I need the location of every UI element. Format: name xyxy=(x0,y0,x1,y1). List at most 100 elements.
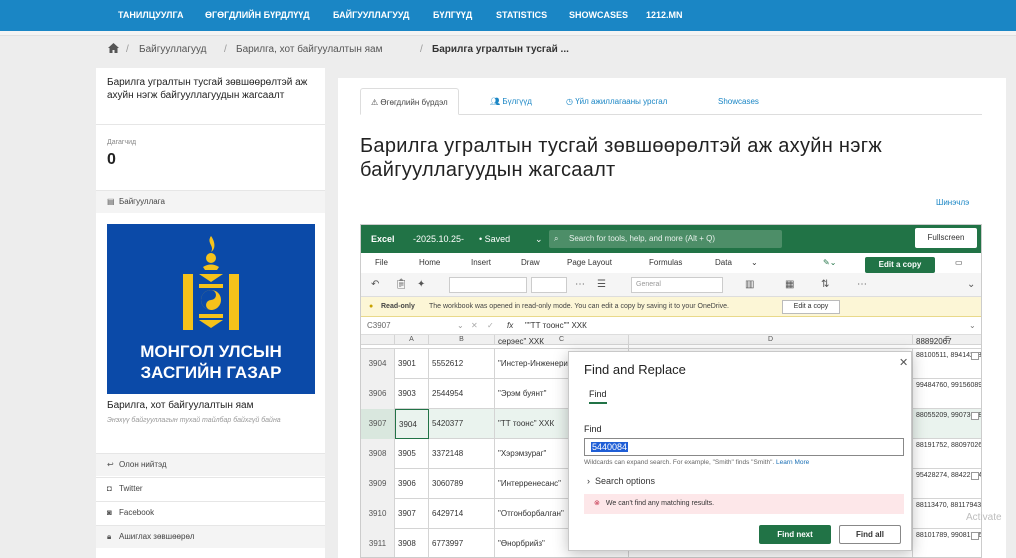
row-number[interactable]: 3906 xyxy=(361,379,395,409)
learn-more-link[interactable]: Learn More xyxy=(776,459,809,466)
cell[interactable]: 3904 xyxy=(395,409,429,439)
chevron-down-icon[interactable]: ⌄ xyxy=(969,317,976,335)
menu-draw[interactable]: Draw xyxy=(521,253,540,273)
font-size-box[interactable] xyxy=(531,277,567,293)
home-icon[interactable] xyxy=(108,38,119,62)
row-number[interactable]: 3909 xyxy=(361,469,395,499)
cell[interactable]: 5420377 xyxy=(429,409,495,439)
no-results-message: ⊗ We can't find any matching results. xyxy=(584,494,904,514)
breadcrumb-ministry[interactable]: Барилга, хот байгуулалтын яам xyxy=(236,38,382,62)
scroll-down-icon[interactable] xyxy=(971,532,979,540)
dialog-title: Find and Replace xyxy=(584,362,686,377)
nav-item-about[interactable]: ТАНИЛЦУУЛГА xyxy=(118,0,184,31)
top-navigation: ТАНИЛЦУУЛГА ӨГӨГДЛИЙН БҮРДЛҮҮД БАЙГУУЛЛА… xyxy=(0,0,1016,31)
nav-item-groups[interactable]: БҮЛГҮҮД xyxy=(433,0,472,31)
find-input[interactable]: 5440084 xyxy=(584,438,904,456)
tab-showcases[interactable]: Showcases xyxy=(708,88,769,115)
edit-copy-button[interactable]: Edit a copy xyxy=(865,257,935,273)
cell[interactable]: 3907 xyxy=(395,499,429,529)
twitter-icon: ◘ xyxy=(107,484,112,493)
excel-file-name[interactable]: -2025.10.25- xyxy=(413,225,464,253)
breadcrumb-organizations[interactable]: Байгууллагууд xyxy=(139,38,207,62)
nav-item-showcases[interactable]: SHOWCASES xyxy=(569,0,628,31)
windows-activation-watermark: Activate xyxy=(966,512,1002,523)
font-name-box[interactable] xyxy=(449,277,527,293)
cell[interactable]: 3901 xyxy=(395,349,429,379)
row-number[interactable]: 3911 xyxy=(361,529,395,557)
sort-icon[interactable]: ⇅ xyxy=(821,277,829,293)
menu-page-layout[interactable]: Page Layout xyxy=(567,253,612,273)
search-icon: ⌕ xyxy=(554,234,559,243)
chevron-down-icon[interactable]: ⌄ xyxy=(751,253,758,273)
cell[interactable]: 6429714 xyxy=(429,499,495,529)
clipboard-icon[interactable]: 📋︎ xyxy=(395,277,408,293)
align-icon[interactable]: ☰ xyxy=(597,277,606,293)
fullscreen-button[interactable]: Fullscreen xyxy=(915,228,977,248)
conditional-format-icon[interactable]: ▥ xyxy=(745,277,754,293)
error-icon: ⊗ xyxy=(594,500,600,507)
cell[interactable]: 3372148 xyxy=(429,439,495,469)
cell[interactable]: 3908 xyxy=(395,529,429,557)
excel-toolbar: ↶ 📋︎ ✦ ⋯ ☰ General ▥ ▦ ⇅ ⋯ ⌄ xyxy=(361,273,981,297)
scroll-handle-icon[interactable] xyxy=(971,412,979,420)
followers-count: 0 xyxy=(107,151,116,168)
find-all-button[interactable]: Find all xyxy=(839,525,901,544)
chevron-down-icon[interactable]: ⌄ xyxy=(457,317,464,335)
pen-icon[interactable]: ✎⌄ xyxy=(823,253,836,273)
more-icon[interactable]: ⋯ xyxy=(575,277,585,293)
cell[interactable]: 5552612 xyxy=(429,349,495,379)
undo-icon[interactable]: ↶ xyxy=(371,277,379,293)
find-next-button[interactable]: Find next xyxy=(759,525,831,544)
menu-formulas[interactable]: Formulas xyxy=(649,253,682,273)
cell-partial[interactable]: 88892067 xyxy=(913,335,981,349)
menu-insert[interactable]: Insert xyxy=(471,253,491,273)
formula-content[interactable]: ""ТТ тоонс"" ХХК xyxy=(525,317,587,335)
cell[interactable]: 2544954 xyxy=(429,379,495,409)
table-icon[interactable]: ▦ xyxy=(785,277,794,293)
organization-name[interactable]: Барилга, хот байгуулалтын яам xyxy=(107,400,253,411)
table-row[interactable]: серэес" ХХК 88892067 xyxy=(361,335,981,349)
number-format-box[interactable]: General xyxy=(631,277,723,293)
close-icon[interactable]: ✕ xyxy=(899,356,908,369)
nav-item-statistics[interactable]: STATISTICS xyxy=(496,0,547,31)
twitter-link[interactable]: ◘ Twitter xyxy=(96,477,325,500)
chevron-down-icon[interactable]: ⌄ xyxy=(967,277,975,293)
row-number[interactable]: 3910 xyxy=(361,499,395,529)
scroll-handle-icon[interactable] xyxy=(971,472,979,480)
cell-partial[interactable]: серэес" ХХК xyxy=(495,335,629,349)
excel-search-box[interactable]: ⌕ Search for tools, help, and more (Alt … xyxy=(549,230,782,248)
row-number[interactable]: 3908 xyxy=(361,439,395,469)
cell[interactable]: 3903 xyxy=(395,379,429,409)
breadcrumb: / Байгууллагууд / Барилга, хот байгуулал… xyxy=(96,38,1016,62)
nav-item-organizations[interactable]: БАЙГУУЛЛАГУУД xyxy=(333,0,409,31)
lock-icon: 🔒︎ xyxy=(107,532,112,541)
search-options-toggle[interactable]: › Search options xyxy=(587,476,655,486)
tab-find[interactable]: Find xyxy=(589,389,607,404)
menu-home[interactable]: Home xyxy=(419,253,441,275)
readonly-edit-copy-button[interactable]: Edit a copy xyxy=(782,300,840,314)
row-number[interactable]: 3904 xyxy=(361,349,395,379)
cell[interactable]: 3906 xyxy=(395,469,429,499)
chevron-down-icon[interactable]: ⌄ xyxy=(535,225,543,253)
cell[interactable]: 3905 xyxy=(395,439,429,469)
share-link[interactable]: Шинэчлэ xyxy=(936,198,969,207)
name-box[interactable]: C3907 xyxy=(367,317,455,335)
tab-dataset[interactable]: ⚠︎ Өгөгдлийн бүрдэл xyxy=(360,88,459,115)
breadcrumb-current: Барилга угралтын тусгай ... xyxy=(432,44,569,55)
check-icon: ✓ xyxy=(487,321,494,330)
function-icon: fx xyxy=(507,321,514,330)
cell[interactable]: 6773997 xyxy=(429,529,495,557)
tab-groups[interactable]: 👥︎ Бүлгүүд xyxy=(480,88,542,115)
format-painter-icon[interactable]: ✦ xyxy=(417,277,425,293)
row-number[interactable]: 3907 xyxy=(361,409,395,439)
more-icon[interactable]: ⋯ xyxy=(857,277,867,293)
nav-item-1212[interactable]: 1212.MN xyxy=(646,0,683,31)
menu-file[interactable]: File xyxy=(375,253,388,273)
tab-activity-stream[interactable]: ◷ Үйл ажиллагааны урсгал xyxy=(556,88,677,115)
scroll-up-icon[interactable] xyxy=(971,352,979,360)
nav-item-datasets[interactable]: ӨГӨГДЛИЙН БҮРДЛҮҮД xyxy=(205,0,310,31)
menu-data[interactable]: Data xyxy=(715,253,732,273)
facebook-link[interactable]: ◙ Facebook xyxy=(96,501,325,524)
comment-icon[interactable]: ▭ xyxy=(955,253,963,273)
cell[interactable]: 3060789 xyxy=(429,469,495,499)
